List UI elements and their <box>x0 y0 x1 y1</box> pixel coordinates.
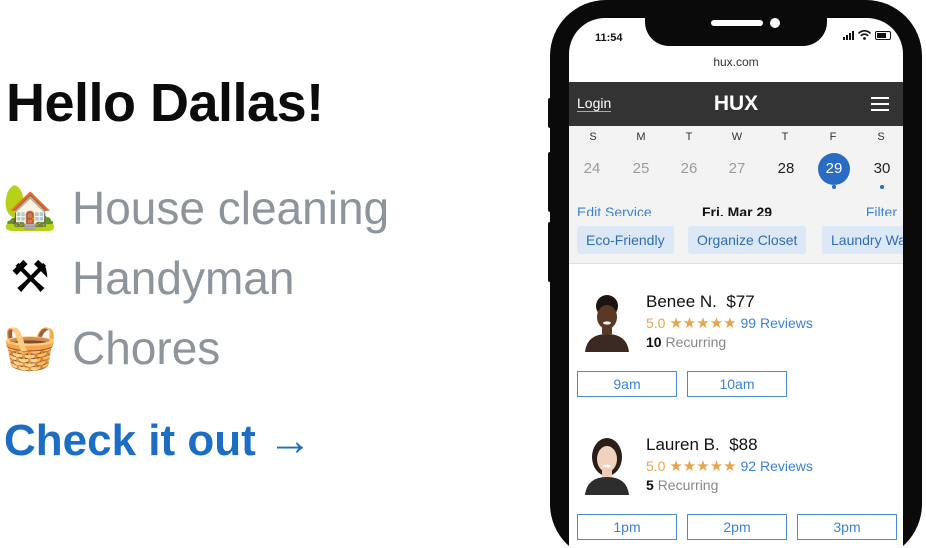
availability-dot <box>880 185 884 189</box>
star-icons: ★★★★★ <box>669 314 737 332</box>
weekday-label: W <box>731 131 743 143</box>
service-item-chores: 🧺 Chores <box>0 318 221 378</box>
browser-url[interactable]: hux.com <box>569 55 903 69</box>
rating-value: 5.0 <box>646 315 666 331</box>
date-cell[interactable]: 28 <box>770 153 802 185</box>
date-cell[interactable]: 26 <box>673 153 705 185</box>
provider-price: $77 <box>726 292 755 311</box>
service-label: Handyman <box>72 252 295 304</box>
provider-name: Benee N. <box>646 292 717 311</box>
battery-icon <box>875 31 891 40</box>
date-cell[interactable]: 25 <box>625 153 657 185</box>
chip-organize-closet[interactable]: Organize Closet <box>688 226 807 254</box>
chip-eco-friendly[interactable]: Eco-Friendly <box>577 226 674 254</box>
star-icons: ★★★★★ <box>669 457 737 475</box>
hamburger-menu-icon[interactable] <box>871 97 889 111</box>
weekday-label: S <box>589 131 597 143</box>
weekday-label: T <box>781 131 789 143</box>
tools-icon: ⚒ <box>10 252 50 303</box>
date-picker: S M T W T F S 24 25 26 27 28 29 30 Edit … <box>569 126 903 220</box>
provider-price: $88 <box>729 435 758 454</box>
weekday-label: M <box>636 131 646 143</box>
provider-rating: 5.0 ★★★★★ 99 Reviews <box>646 314 813 332</box>
reviews-link[interactable]: 99 Reviews <box>741 315 813 331</box>
rating-value: 5.0 <box>646 458 666 474</box>
phone-camera <box>770 18 780 28</box>
reviews-link[interactable]: 92 Reviews <box>741 458 813 474</box>
basket-icon: 🧺 <box>2 322 58 373</box>
time-slot-button[interactable]: 3pm <box>797 514 897 540</box>
status-time: 11:54 <box>595 32 623 44</box>
provider-card[interactable]: Benee N. $77 5.0 ★★★★★ 99 Reviews 10 Rec… <box>569 292 903 422</box>
service-chips: Eco-Friendly Organize Closet Laundry Wa <box>569 216 903 264</box>
signal-icon <box>843 31 854 40</box>
avatar-icon <box>585 438 629 495</box>
weekday-label: S <box>877 131 885 143</box>
provider-name: Lauren B. <box>646 435 720 454</box>
phone-speaker <box>711 20 763 26</box>
weekday-label: F <box>829 131 837 143</box>
weekday-label: T <box>685 131 693 143</box>
check-it-out-link[interactable]: Check it out → <box>4 416 312 466</box>
app-navbar: Login HUX <box>569 82 903 126</box>
date-cell[interactable]: 30 <box>866 153 898 185</box>
service-label: House cleaning <box>72 182 390 234</box>
service-label: Chores <box>72 322 221 374</box>
date-cell[interactable]: 24 <box>576 153 608 185</box>
provider-name-price: Lauren B. $88 <box>646 435 758 455</box>
wifi-icon <box>858 30 871 40</box>
provider-card[interactable]: Lauren B. $88 5.0 ★★★★★ 92 Reviews 5 Rec… <box>569 435 903 548</box>
time-slot-button[interactable]: 2pm <box>687 514 787 540</box>
time-slot-button[interactable]: 10am <box>687 371 787 397</box>
status-icons <box>843 30 891 40</box>
date-cell-selected[interactable]: 29 <box>818 153 850 185</box>
chip-laundry[interactable]: Laundry Wa <box>822 226 903 254</box>
house-icon: 🏡 <box>2 182 58 233</box>
hero-title: Hello Dallas! <box>6 73 324 133</box>
recurring-count: 10 Recurring <box>646 334 726 350</box>
service-item-handyman: ⚒ Handyman <box>0 248 294 308</box>
recurring-label: Recurring <box>657 477 719 493</box>
service-item-house-cleaning: 🏡 House cleaning <box>0 178 390 238</box>
phone-screen: 11:54 hux.com Login HUX S M T W T F S 24… <box>569 18 903 548</box>
provider-name-price: Benee N. $77 <box>646 292 755 312</box>
provider-rating: 5.0 ★★★★★ 92 Reviews <box>646 457 813 475</box>
recurring-number: 5 <box>646 477 654 493</box>
recurring-count: 5 Recurring <box>646 477 718 493</box>
date-cell[interactable]: 27 <box>721 153 753 185</box>
app-logo[interactable]: HUX <box>569 92 903 116</box>
time-slot-button[interactable]: 1pm <box>577 514 677 540</box>
recurring-label: Recurring <box>665 334 727 350</box>
avatar-icon <box>585 295 629 352</box>
availability-dot <box>832 185 836 189</box>
time-slot-button[interactable]: 9am <box>577 371 677 397</box>
recurring-number: 10 <box>646 334 662 350</box>
